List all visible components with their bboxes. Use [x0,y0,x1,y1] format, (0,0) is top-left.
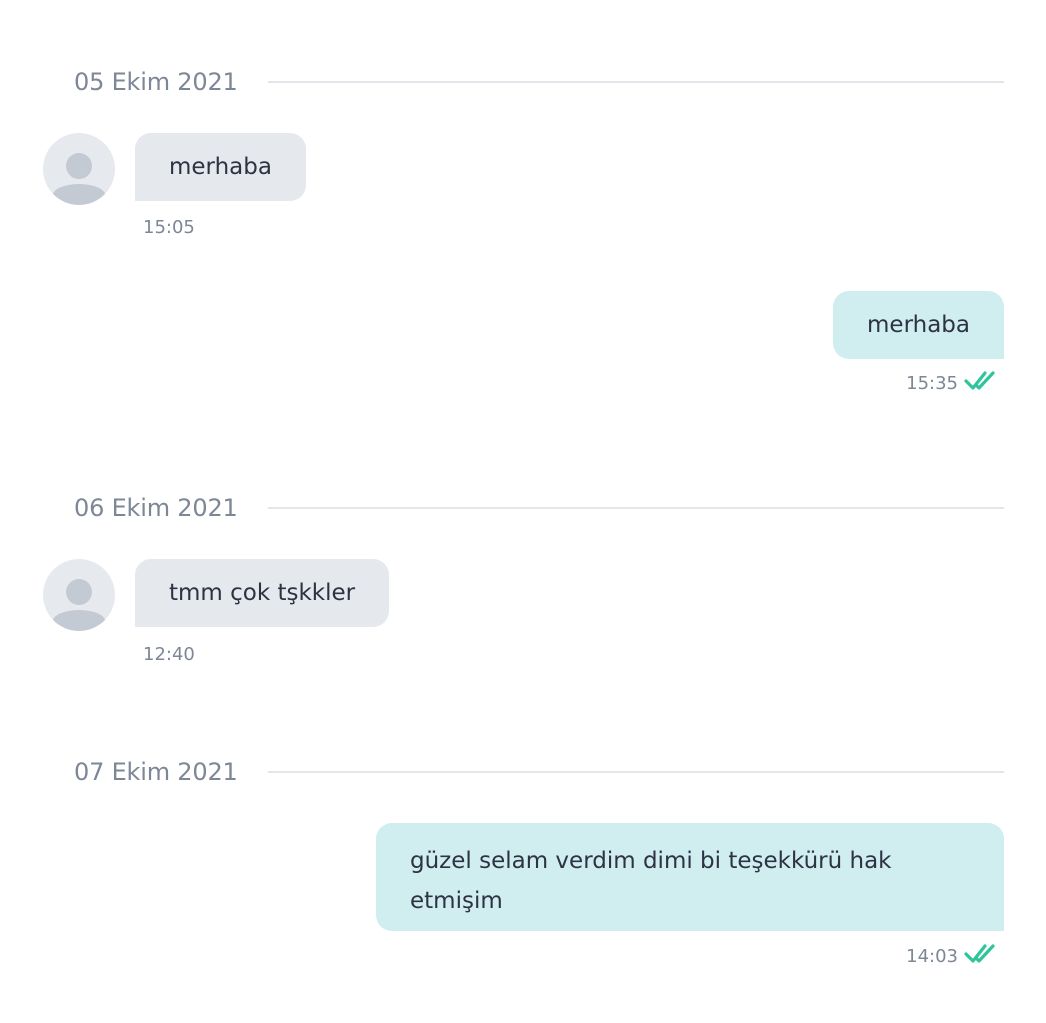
double-check-icon [964,943,996,970]
date-separator: 07 Ekim 2021 [74,752,1004,792]
date-label: 05 Ekim 2021 [74,68,238,96]
date-label: 07 Ekim 2021 [74,758,238,786]
user-placeholder-icon [53,153,105,205]
outgoing-message-bubble[interactable]: merhaba [833,291,1004,359]
message-timestamp: 15:05 [143,217,195,238]
message-text: merhaba [169,154,272,180]
timestamp-text: 15:35 [906,373,958,394]
message-text: tmm çok tşkkler [169,580,356,606]
contact-avatar [43,133,115,205]
contact-avatar [43,559,115,631]
date-separator: 05 Ekim 2021 [74,62,1004,102]
date-divider-line [267,507,1004,509]
timestamp-text: 14:03 [906,946,958,967]
outgoing-message-bubble[interactable]: güzel selam verdim dimi bi teşekkürü hak… [376,823,1004,931]
date-label: 06 Ekim 2021 [74,494,238,522]
message-timestamp: 14:03 [906,943,996,970]
user-placeholder-icon [53,579,105,631]
timestamp-text: 12:40 [143,644,195,665]
message-text: merhaba [867,312,970,338]
incoming-message-bubble[interactable]: tmm çok tşkkler [135,559,390,627]
message-text: güzel selam verdim dimi bi teşekkürü hak… [410,848,892,914]
message-timestamp: 12:40 [143,644,195,665]
double-check-icon [964,370,996,397]
date-divider-line [267,771,1004,773]
incoming-message-bubble[interactable]: merhaba [135,133,306,201]
date-separator: 06 Ekim 2021 [74,488,1004,528]
date-divider-line [267,81,1004,83]
timestamp-text: 15:05 [143,217,195,238]
message-timestamp: 15:35 [906,370,996,397]
